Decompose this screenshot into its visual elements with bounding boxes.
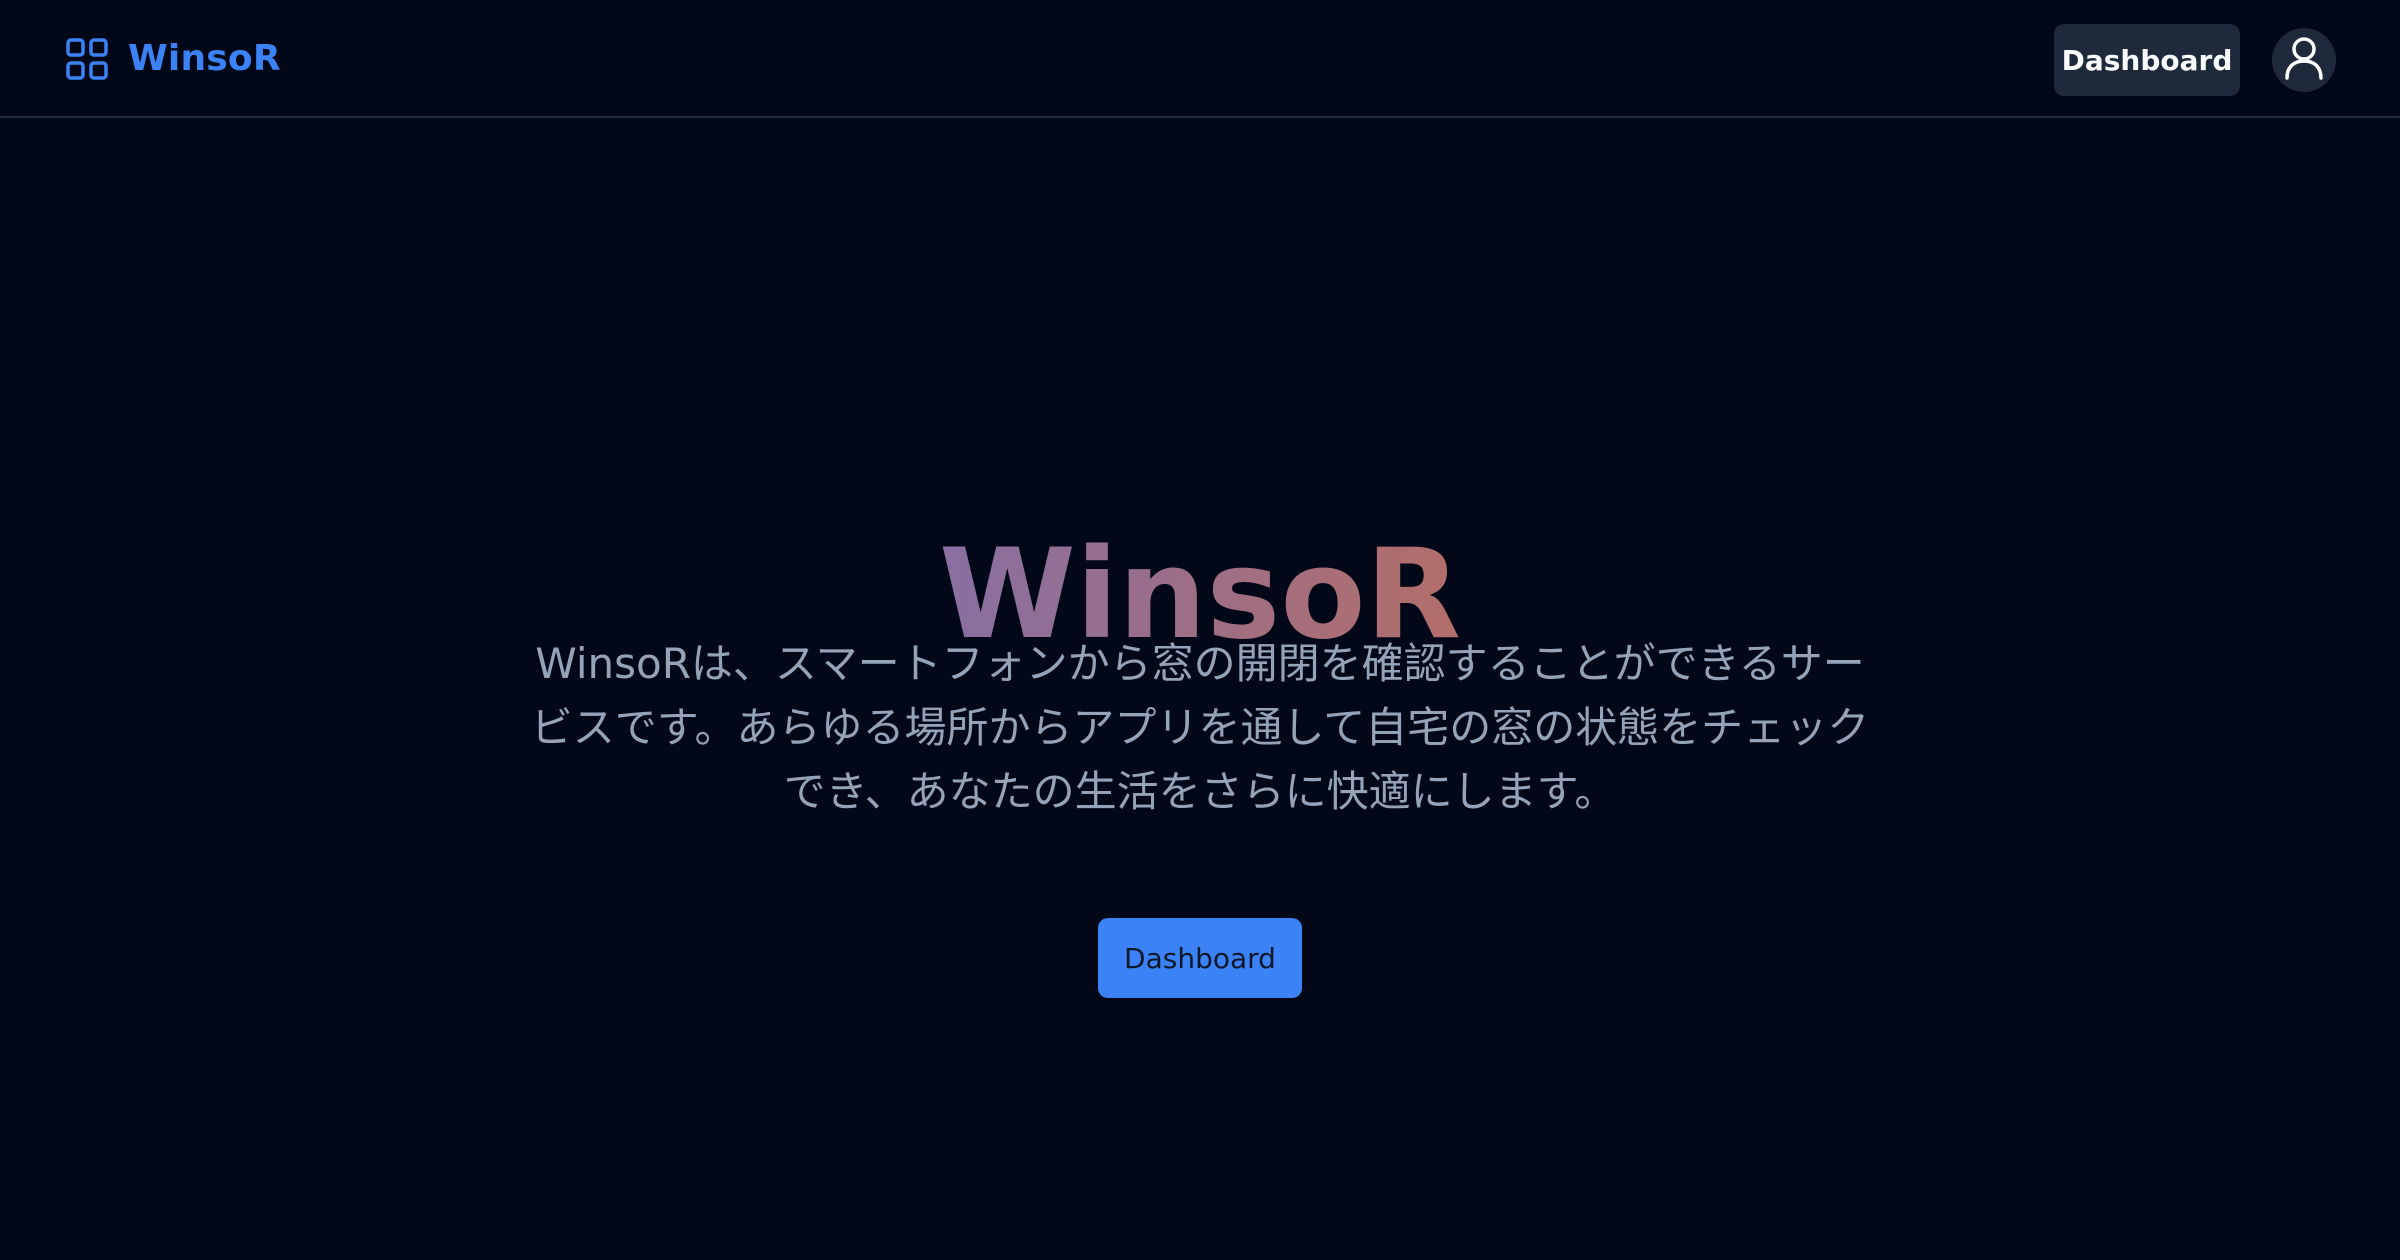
page: WinsoR Dashboard WinsoR WinsoRは、スマートフォンか… [0, 0, 2400, 1260]
hero-dashboard-button[interactable]: Dashboard [1098, 918, 1302, 998]
user-icon [2284, 36, 2324, 84]
brand-link[interactable]: WinsoR [66, 38, 281, 80]
top-nav: WinsoR Dashboard [0, 0, 2400, 118]
hero-description: WinsoRは、スマートフォンから窓の開閉を確認することができるサービスです。あ… [530, 639, 1870, 816]
header-dashboard-button[interactable]: Dashboard [2054, 24, 2240, 96]
grid-icon [66, 38, 108, 80]
avatar[interactable] [2272, 28, 2336, 92]
brand-name: WinsoR [128, 38, 281, 79]
